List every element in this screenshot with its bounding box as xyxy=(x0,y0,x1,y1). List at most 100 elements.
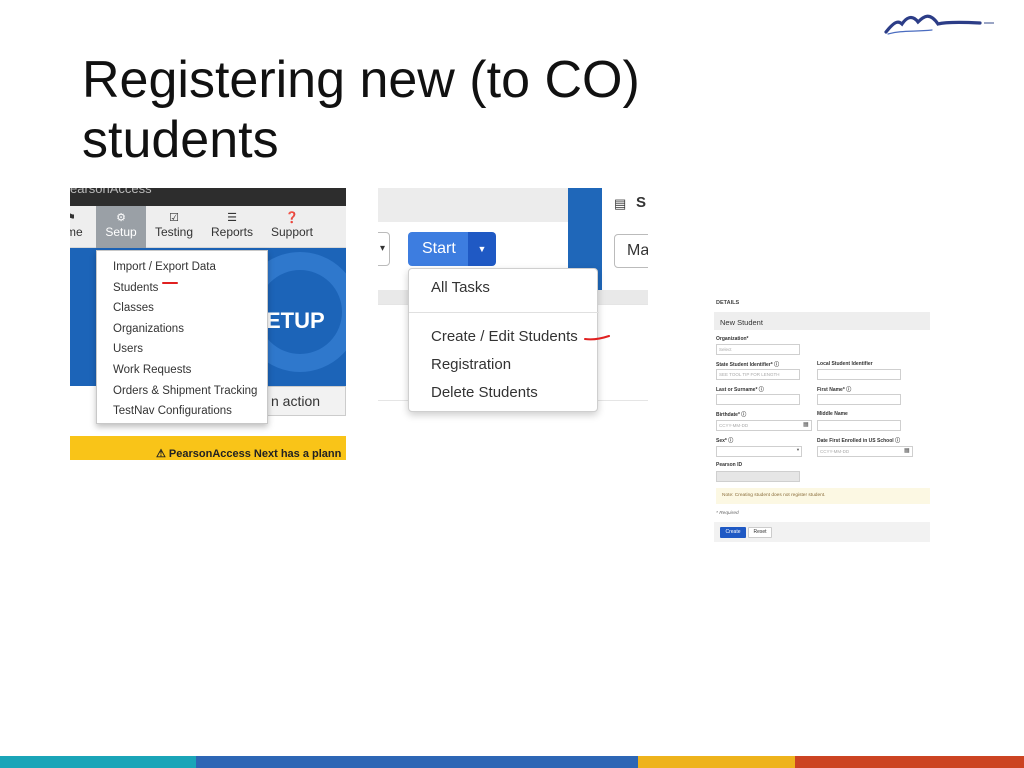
calendar-icon[interactable]: ▦ xyxy=(904,447,910,454)
nav-reports[interactable]: ☰ Reports xyxy=(206,206,258,248)
last-name-label: Last or Surname* ⓘ xyxy=(716,386,764,393)
required-note: * Required xyxy=(716,511,739,516)
ssid-label-text: State Student Identifier* xyxy=(716,362,773,368)
setup-dropdown-menu: Import / Export Data Students Classes Or… xyxy=(96,250,268,424)
slide-title: Registering new (to CO) students xyxy=(82,50,842,170)
first-name-label: First Name* ⓘ xyxy=(817,386,851,393)
middle-name-input[interactable] xyxy=(817,420,901,431)
caret-down-icon: ▾ xyxy=(379,243,385,254)
local-id-input[interactable] xyxy=(817,369,901,380)
last-name-input[interactable] xyxy=(716,394,800,405)
menu-item-work-requests[interactable]: Work Requests xyxy=(97,360,267,381)
first-enrolled-label-text: Date First Enrolled in US School xyxy=(817,438,894,444)
action-button[interactable]: n action xyxy=(266,386,346,416)
slide-title-line-1: Registering new (to CO) xyxy=(82,51,640,109)
section-heading: DETAILS xyxy=(716,300,740,306)
sex-select[interactable] xyxy=(716,446,802,457)
nav-home-label: me xyxy=(70,225,83,239)
first-name-input[interactable] xyxy=(817,394,901,405)
form-note: Note: Creating student does not register… xyxy=(716,488,930,504)
form-footer xyxy=(714,522,930,542)
pearson-id-label: Pearson ID xyxy=(716,462,743,468)
ssid-input[interactable]: SEE TOOL TIP FOR LENGTH xyxy=(716,369,800,380)
list-icon: ▤ xyxy=(614,196,627,211)
tasks-dropdown-menu: All Tasks Create / Edit Students Registr… xyxy=(408,268,599,412)
app-top-bar: earsonAccess xyxy=(70,188,346,206)
organization-label: Organization* xyxy=(716,336,749,342)
band-segment-yellow xyxy=(638,756,795,768)
last-name-label-text: Last or Surname* xyxy=(716,387,758,393)
red-annotation-mark xyxy=(584,335,610,341)
menu-item-orders-shipment[interactable]: Orders & Shipment Tracking xyxy=(97,381,267,402)
footer-color-band xyxy=(0,756,1024,768)
info-icon: ⓘ xyxy=(758,387,764,393)
checkbox-icon: ☑ xyxy=(169,212,179,224)
start-button[interactable]: Start xyxy=(408,232,468,266)
nav-testing[interactable]: ☑ Testing xyxy=(150,206,198,248)
nav-setup[interactable]: ⚙ Setup xyxy=(96,206,146,248)
menu-item-delete-students[interactable]: Delete Students xyxy=(431,384,538,401)
nav-support-label: Support xyxy=(270,225,314,239)
nav-support[interactable]: ❓ Support xyxy=(266,206,318,248)
gear-icon: ⚙ xyxy=(116,212,126,224)
menu-item-classes[interactable]: Classes xyxy=(97,298,267,319)
info-icon: ⓘ xyxy=(846,387,852,393)
caret-down-icon: ▼ xyxy=(477,244,487,254)
form-title: New Student xyxy=(720,318,763,327)
new-student-form-screenshot: DETAILS New Student Organization* Select… xyxy=(714,296,930,544)
first-enrolled-label: Date First Enrolled in US School ⓘ xyxy=(817,437,900,444)
band-segment-teal xyxy=(0,756,196,768)
start-button-group: Start ▼ xyxy=(408,232,496,266)
app-brand-text: earsonAccess xyxy=(70,188,152,196)
alert-text: ⚠ PearsonAccess Next has a plann xyxy=(156,447,341,460)
birthdate-label: Birthdate* ⓘ xyxy=(716,411,746,418)
warning-icon: ⚠ xyxy=(156,448,169,460)
create-button[interactable]: Create xyxy=(720,527,746,538)
start-dropdown-toggle[interactable]: ▼ xyxy=(468,232,496,266)
list-icon: ☰ xyxy=(227,212,237,224)
panel-button[interactable]: Ma xyxy=(614,234,648,268)
menu-item-users[interactable]: Users xyxy=(97,339,267,360)
reset-button[interactable]: Reset xyxy=(748,527,772,538)
sex-label-text: Sex* xyxy=(716,438,727,444)
menu-divider xyxy=(409,312,599,313)
organization-select[interactable]: Select xyxy=(716,344,800,355)
sex-label: Sex* ⓘ xyxy=(716,437,733,444)
menu-item-all-tasks[interactable]: All Tasks xyxy=(431,279,490,296)
menu-item-organizations[interactable]: Organizations xyxy=(97,319,267,340)
question-icon: ❓ xyxy=(285,212,299,224)
cde-logo-icon xyxy=(884,14,994,35)
main-nav: ⚑ me ⚙ Setup ☑ Testing ☰ Reports ❓ Suppo… xyxy=(70,206,346,248)
menu-item-testnav-config[interactable]: TestNav Configurations xyxy=(97,401,267,422)
first-name-label-text: First Name* xyxy=(817,387,845,393)
band-segment-blue xyxy=(196,756,638,768)
nav-setup-label: Setup xyxy=(105,225,137,239)
middle-name-label: Middle Name xyxy=(817,411,848,417)
alert-message: PearsonAccess Next has a plann xyxy=(168,448,342,460)
ssid-label: State Student Identifier* ⓘ xyxy=(716,361,779,368)
birthdate-label-text: Birthdate* xyxy=(716,412,740,418)
info-icon: ⓘ xyxy=(728,438,734,444)
tasks-menu-screenshot: ▤ S Ma ▾ Start ▼ All Tasks Create / Edit… xyxy=(378,188,648,430)
red-annotation-mark xyxy=(162,282,178,284)
home-icon: ⚑ xyxy=(70,212,76,224)
calendar-icon[interactable]: ▦ xyxy=(803,421,809,428)
birthdate-input[interactable]: CCYY-MM-DD xyxy=(716,420,812,431)
pearson-id-input xyxy=(716,471,800,482)
menu-item-import-export[interactable]: Import / Export Data xyxy=(97,257,267,278)
band-segment-red xyxy=(795,756,1024,768)
menu-item-registration[interactable]: Registration xyxy=(431,356,511,373)
filter-dropdown-button[interactable]: ▾ xyxy=(378,232,390,266)
local-id-label: Local Student Identifier xyxy=(817,361,873,367)
first-enrolled-input[interactable]: CCYY-MM-DD xyxy=(817,446,913,457)
banner-title: ETUP xyxy=(266,308,325,333)
nav-testing-label: Testing xyxy=(154,225,194,239)
panel-title: S xyxy=(636,194,647,211)
caret-down-icon: ▼ xyxy=(796,447,800,452)
nav-reports-label: Reports xyxy=(210,225,254,239)
info-icon: ⓘ xyxy=(895,438,901,444)
nav-home[interactable]: ⚑ me xyxy=(70,206,92,248)
info-icon: ⓘ xyxy=(741,412,747,418)
menu-item-create-edit-students[interactable]: Create / Edit Students xyxy=(431,328,578,345)
menu-item-students[interactable]: Students xyxy=(97,278,267,299)
